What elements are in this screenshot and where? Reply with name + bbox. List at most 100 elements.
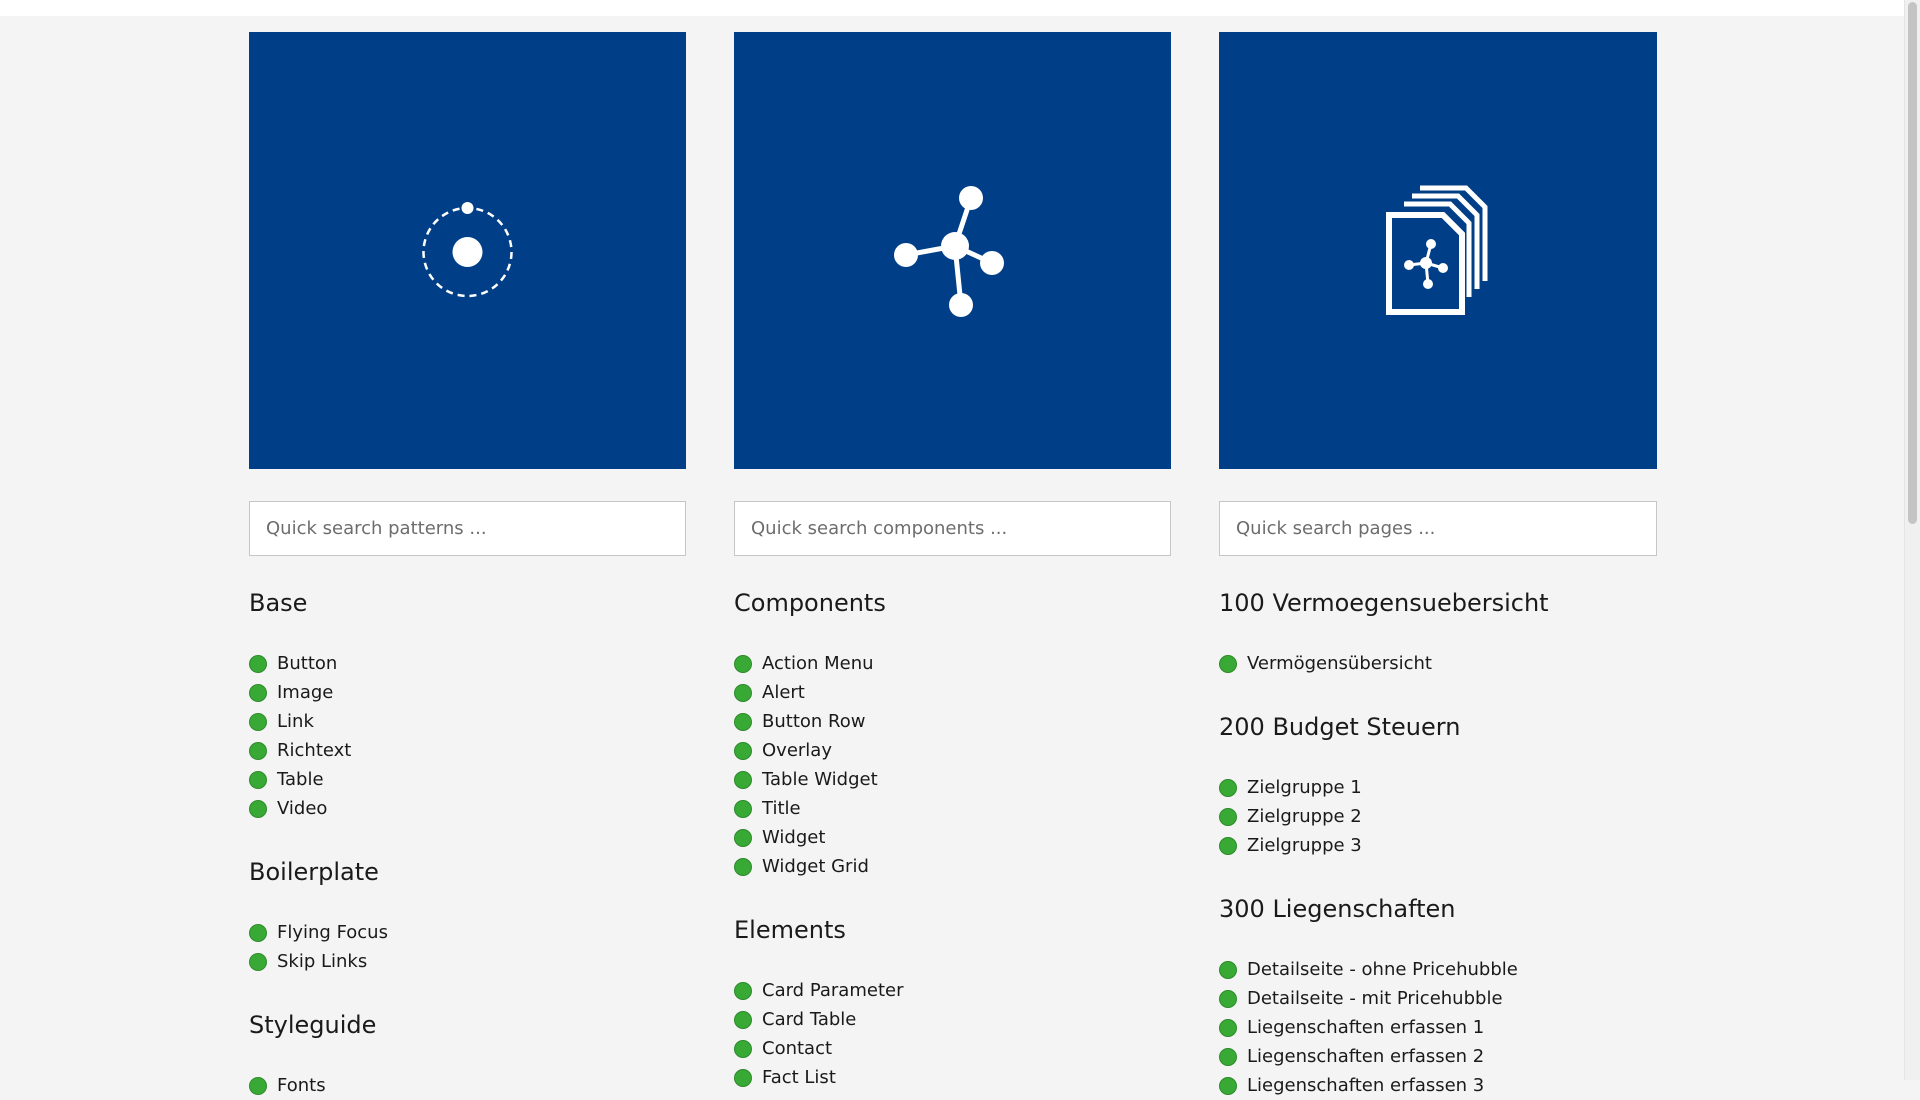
item-link[interactable]: Contact — [762, 1038, 832, 1059]
list-item[interactable]: Video — [249, 794, 686, 823]
list-item[interactable]: Table Widget — [734, 765, 1171, 794]
list-item[interactable]: Card Parameter — [734, 976, 1171, 1005]
status-dot-icon — [734, 799, 752, 818]
item-link[interactable]: Skip Links — [277, 951, 367, 972]
status-dot-icon — [249, 654, 267, 673]
section-title: 200 Budget Steuern — [1219, 713, 1461, 741]
list-item[interactable]: Skip Links — [249, 947, 686, 976]
item-link[interactable]: Link — [277, 711, 314, 732]
section-components: Components Action Menu Alert Button Row … — [734, 588, 1171, 881]
status-dot-icon — [734, 1068, 752, 1087]
list-item[interactable]: Liegenschaften erfassen 3 — [1219, 1071, 1657, 1100]
list-item[interactable]: Zielgruppe 2 — [1219, 802, 1657, 831]
list-item[interactable]: Flying Focus — [249, 918, 686, 947]
item-link[interactable]: Zielgruppe 2 — [1247, 806, 1362, 827]
status-dot-icon — [1219, 1018, 1237, 1037]
item-link[interactable]: Alert — [762, 682, 805, 703]
item-link[interactable]: Liegenschaften erfassen 3 — [1247, 1075, 1484, 1096]
section-boilerplate: Boilerplate Flying Focus Skip Links — [249, 857, 686, 976]
list-item[interactable]: Button Row — [734, 707, 1171, 736]
components-tile[interactable] — [734, 32, 1171, 469]
item-link[interactable]: Video — [277, 798, 327, 819]
item-link[interactable]: Table Widget — [762, 769, 878, 790]
item-link[interactable]: Title — [762, 798, 801, 819]
search-components-input[interactable] — [734, 501, 1171, 556]
list-item[interactable]: Image — [249, 678, 686, 707]
section-title: Boilerplate — [249, 858, 379, 886]
status-dot-icon — [734, 712, 752, 731]
list-item[interactable]: Widget — [734, 823, 1171, 852]
section-title: Styleguide — [249, 1011, 377, 1039]
list-item[interactable]: Card Table — [734, 1005, 1171, 1034]
item-link[interactable]: Widget — [762, 827, 825, 848]
top-bar — [0, 0, 1904, 16]
item-link[interactable]: Liegenschaften erfassen 2 — [1247, 1046, 1484, 1067]
item-link[interactable]: Widget Grid — [762, 856, 869, 877]
item-link[interactable]: Detailseite - mit Pricehubble — [1247, 988, 1503, 1009]
item-link[interactable]: Card Table — [762, 1009, 856, 1030]
patterns-tile[interactable] — [249, 32, 686, 469]
item-link[interactable]: Card Parameter — [762, 980, 903, 1001]
item-link[interactable]: Fonts — [277, 1075, 326, 1096]
item-link[interactable]: Button — [277, 653, 337, 674]
section-styleguide: Styleguide Fonts — [249, 1010, 686, 1100]
list-item[interactable]: Liegenschaften erfassen 2 — [1219, 1042, 1657, 1071]
list-item[interactable]: Zielgruppe 1 — [1219, 773, 1657, 802]
patterns-column: Base Button Image Link Richtext Table Vi… — [249, 32, 686, 1100]
list-item[interactable]: Button — [249, 649, 686, 678]
status-dot-icon — [249, 799, 267, 818]
item-link[interactable]: Richtext — [277, 740, 351, 761]
status-dot-icon — [734, 1039, 752, 1058]
list-item[interactable]: Fact List — [734, 1063, 1171, 1092]
status-dot-icon — [1219, 1076, 1237, 1095]
list-item[interactable]: Fonts — [249, 1071, 686, 1100]
status-dot-icon — [1219, 1047, 1237, 1066]
section-budget-steuern: 200 Budget Steuern Zielgruppe 1 Zielgrup… — [1219, 712, 1657, 860]
list-item[interactable]: Zielgruppe 3 — [1219, 831, 1657, 860]
status-dot-icon — [249, 741, 267, 760]
item-link[interactable]: Zielgruppe 1 — [1247, 777, 1362, 798]
list-item[interactable]: Alert — [734, 678, 1171, 707]
status-dot-icon — [734, 981, 752, 1000]
list-item[interactable]: Overlay — [734, 736, 1171, 765]
vertical-scrollbar[interactable] — [1904, 0, 1920, 1080]
list-item[interactable]: Richtext — [249, 736, 686, 765]
status-dot-icon — [249, 770, 267, 789]
status-dot-icon — [734, 828, 752, 847]
list-item[interactable]: Table — [249, 765, 686, 794]
search-patterns-input[interactable] — [249, 501, 686, 556]
item-link[interactable]: Vermögensübersicht — [1247, 653, 1432, 674]
list-item[interactable]: Vermögensübersicht — [1219, 649, 1657, 678]
list-item[interactable]: Link — [249, 707, 686, 736]
item-link[interactable]: Image — [277, 682, 333, 703]
item-link[interactable]: Fact List — [762, 1067, 836, 1088]
list-item[interactable]: Liegenschaften erfassen 1 — [1219, 1013, 1657, 1042]
item-link[interactable]: Button Row — [762, 711, 865, 732]
list-item[interactable]: Action Menu — [734, 649, 1171, 678]
status-dot-icon — [1219, 836, 1237, 855]
scrollbar-thumb[interactable] — [1908, 2, 1917, 524]
item-link[interactable]: Liegenschaften erfassen 1 — [1247, 1017, 1484, 1038]
search-pages-input[interactable] — [1219, 501, 1657, 556]
list-item[interactable]: Widget Grid — [734, 852, 1171, 881]
pages-tile[interactable] — [1219, 32, 1657, 469]
item-link[interactable]: Action Menu — [762, 653, 874, 674]
item-link[interactable]: Overlay — [762, 740, 832, 761]
status-dot-icon — [734, 857, 752, 876]
item-link[interactable]: Zielgruppe 3 — [1247, 835, 1362, 856]
section-title: 100 Vermoegensuebersicht — [1219, 589, 1549, 617]
section-elements: Elements Card Parameter Card Table Conta… — [734, 915, 1171, 1092]
item-link[interactable]: Detailseite - ohne Pricehubble — [1247, 959, 1518, 980]
list-item[interactable]: Contact — [734, 1034, 1171, 1063]
status-dot-icon — [734, 683, 752, 702]
list-item[interactable]: Detailseite - mit Pricehubble — [1219, 984, 1657, 1013]
status-dot-icon — [734, 741, 752, 760]
item-link[interactable]: Flying Focus — [277, 922, 388, 943]
list-item[interactable]: Title — [734, 794, 1171, 823]
list-item[interactable]: Detailseite - ohne Pricehubble — [1219, 955, 1657, 984]
item-link[interactable]: Table — [277, 769, 324, 790]
status-dot-icon — [1219, 989, 1237, 1008]
pages-column: 100 Vermoegensuebersicht Vermögensübersi… — [1219, 32, 1657, 1100]
status-dot-icon — [734, 654, 752, 673]
status-dot-icon — [249, 712, 267, 731]
